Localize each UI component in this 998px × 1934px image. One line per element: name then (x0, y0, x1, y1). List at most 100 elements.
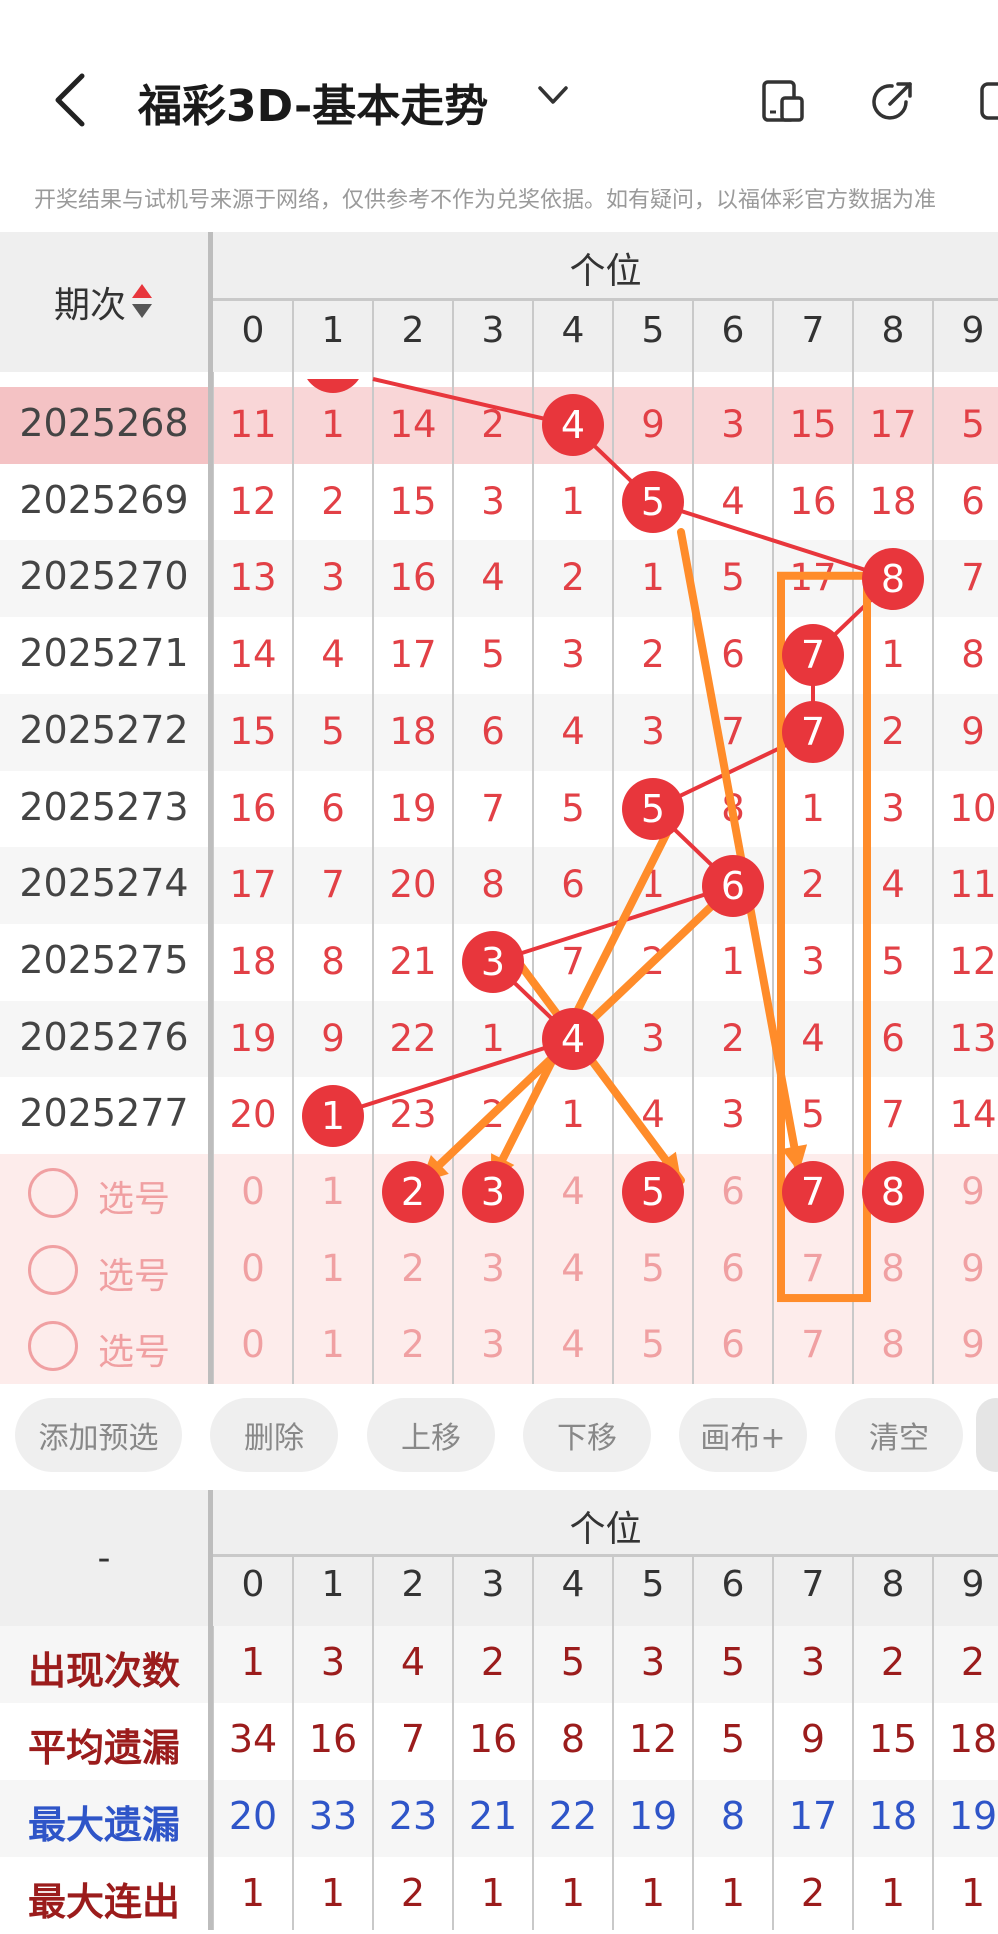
pick-number[interactable]: 4 (533, 1247, 613, 1290)
action-button[interactable]: 添加预选 (15, 1398, 182, 1472)
stats-label: 最大遗漏 (27, 1803, 180, 1847)
page-title[interactable]: 福彩3D-基本走势 (138, 70, 488, 134)
omission-cell: 16 (389, 556, 437, 600)
pick-label[interactable]: 选号 (98, 1323, 170, 1375)
stats-grid-line (452, 1554, 454, 1626)
stats-grid-line (612, 1554, 614, 1626)
pick-number[interactable]: 1 (293, 1323, 373, 1366)
pick-checkbox[interactable] (28, 1244, 78, 1295)
pick-number[interactable]: 9 (933, 1323, 998, 1366)
pick-number[interactable]: 1 (293, 1170, 373, 1213)
chevron-down-icon[interactable] (536, 84, 570, 108)
selected-pick-ball[interactable]: 8 (862, 1161, 924, 1224)
pick-label[interactable]: 选号 (98, 1170, 170, 1222)
stats-header-divider (213, 1554, 998, 1557)
back-arrow-icon[interactable] (50, 72, 90, 128)
pick-number[interactable]: 7 (773, 1247, 853, 1290)
header-grid-line (612, 298, 614, 372)
header-separator (208, 232, 213, 372)
period-cell: 2025269 (19, 477, 189, 522)
more-button[interactable] (976, 1398, 998, 1472)
omission-cell: 14 (229, 633, 277, 677)
omission-cell: 3 (881, 786, 905, 830)
pick-number[interactable]: 3 (453, 1247, 533, 1290)
omission-cell: 2 (641, 939, 665, 983)
stats-cell: 12 (628, 1717, 678, 1761)
stats-cell: 3 (640, 1640, 666, 1684)
omission-cell: 19 (389, 786, 437, 830)
omission-cell: 18 (229, 939, 277, 983)
sort-icon[interactable] (130, 282, 154, 322)
omission-cell: 18 (389, 709, 437, 753)
pick-number[interactable]: 7 (773, 1323, 853, 1366)
header-grid-line (532, 298, 534, 372)
omission-cell: 7 (321, 863, 345, 907)
header-grid-line (452, 298, 454, 372)
stats-grid-line (532, 1626, 534, 1930)
more-icon[interactable] (980, 78, 998, 124)
digit-header-0: 0 (241, 310, 265, 351)
period-cell: 2025277 (19, 1091, 189, 1136)
pick-number[interactable]: 8 (853, 1323, 933, 1366)
action-button[interactable]: 清空 (835, 1398, 963, 1472)
pick-number[interactable]: 2 (373, 1247, 453, 1290)
omission-cell: 5 (721, 556, 745, 600)
period-column-header[interactable]: 期次 (0, 232, 208, 372)
layout-icon[interactable] (760, 78, 806, 124)
pick-number[interactable]: 5 (613, 1323, 693, 1366)
pick-number[interactable]: 9 (933, 1170, 998, 1213)
action-button[interactable]: 下移 (523, 1398, 651, 1472)
stats-grid-line (692, 1554, 694, 1626)
stats-cell: 1 (720, 1871, 746, 1915)
pick-number[interactable]: 0 (213, 1170, 293, 1213)
pick-label[interactable]: 选号 (98, 1247, 170, 1299)
stats-cell: 19 (628, 1794, 678, 1838)
omission-cell: 6 (721, 633, 745, 677)
grid-line (852, 372, 854, 1385)
omission-cell: 7 (481, 786, 505, 830)
pick-number[interactable]: 6 (693, 1170, 773, 1213)
omission-cell: 9 (321, 1016, 345, 1060)
action-button[interactable]: 上移 (367, 1398, 495, 1472)
pick-number[interactable]: 4 (533, 1323, 613, 1366)
omission-cell: 14 (389, 403, 437, 446)
selected-pick-ball[interactable]: 7 (782, 1161, 844, 1224)
omission-cell: 12 (949, 939, 997, 983)
omission-cell: 3 (801, 939, 825, 983)
share-icon[interactable] (870, 78, 916, 124)
selected-pick-ball[interactable]: 5 (622, 1161, 684, 1224)
stats-grid-line (852, 1554, 854, 1626)
omission-cell: 22 (389, 1016, 437, 1060)
period-separator (208, 372, 213, 1385)
action-button[interactable]: 画布+ (679, 1398, 807, 1472)
omission-cell: 3 (641, 709, 665, 753)
pick-number[interactable]: 8 (853, 1247, 933, 1290)
stats-cell: 22 (548, 1794, 598, 1838)
pick-number[interactable]: 3 (453, 1323, 533, 1366)
pick-checkbox[interactable] (28, 1168, 78, 1218)
pick-number[interactable]: 0 (213, 1247, 293, 1290)
pick-number[interactable]: 4 (533, 1170, 613, 1213)
selected-pick-ball[interactable]: 2 (382, 1161, 444, 1224)
pick-number[interactable]: 5 (613, 1247, 693, 1290)
stats-cell: 2 (400, 1871, 426, 1915)
stats-cell: 20 (228, 1794, 278, 1838)
omission-cell: 13 (229, 556, 277, 600)
pick-number[interactable]: 1 (293, 1247, 373, 1290)
hit-ball: 3 (462, 931, 524, 994)
pick-number[interactable]: 6 (693, 1323, 773, 1366)
omission-cell: 6 (561, 863, 585, 907)
selected-pick-ball[interactable]: 3 (462, 1161, 524, 1224)
digit-header-4: 4 (561, 1564, 585, 1605)
stats-header-separator (208, 1490, 213, 1626)
stats-cell: 18 (868, 1794, 918, 1838)
pick-number[interactable]: 9 (933, 1247, 998, 1290)
digit-header-8: 8 (881, 1564, 905, 1605)
pick-number[interactable]: 0 (213, 1323, 293, 1366)
pick-number[interactable]: 6 (693, 1247, 773, 1290)
pick-number[interactable]: 2 (373, 1323, 453, 1366)
stats-grid-line (692, 1626, 694, 1930)
grid-line (692, 372, 694, 1385)
action-button[interactable]: 删除 (210, 1398, 338, 1472)
omission-cell: 16 (789, 479, 837, 523)
